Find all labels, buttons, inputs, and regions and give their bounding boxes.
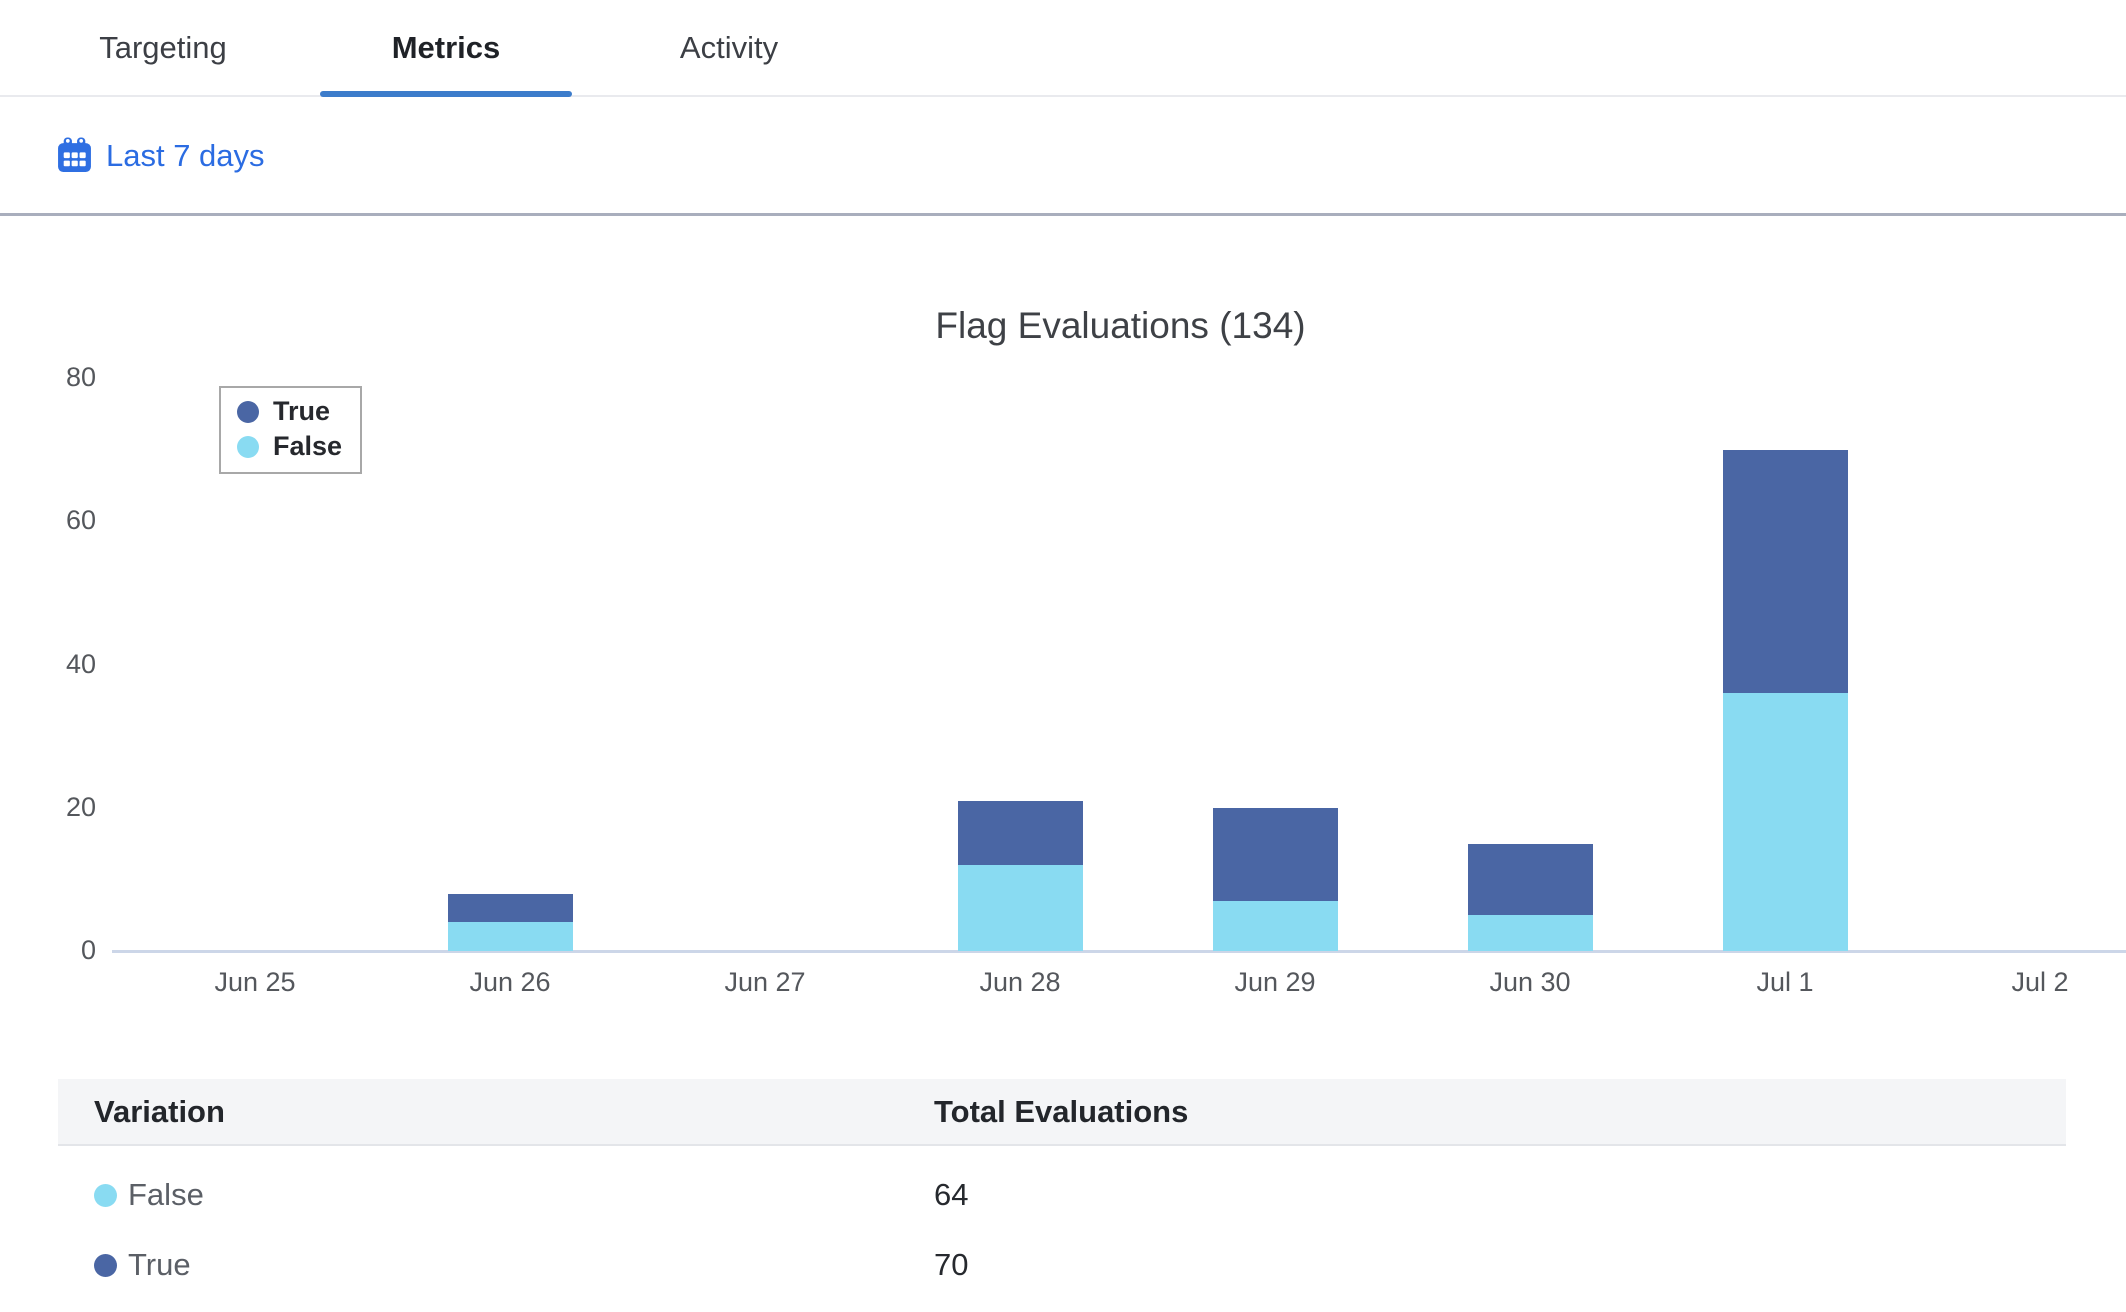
filter-row: Last 7 days — [0, 99, 2126, 216]
tab-targeting[interactable]: Targeting — [37, 0, 289, 95]
tab-bar: Targeting Metrics Activity — [0, 0, 2126, 97]
bar-segment-false-jun-29[interactable] — [1213, 901, 1338, 951]
bar-segment-false-jul-1[interactable] — [1723, 693, 1848, 951]
legend-label: True — [273, 396, 330, 427]
variation-label: True — [128, 1247, 191, 1283]
table-row-true: True 70 — [58, 1230, 2066, 1300]
variation-label: False — [128, 1177, 204, 1213]
variation-dot-true — [94, 1254, 117, 1277]
active-tab-underline — [320, 91, 572, 97]
variation-cell: True — [58, 1247, 934, 1283]
x-axis-label-jun-30: Jun 30 — [1440, 967, 1620, 998]
bar-segment-true-jun-28[interactable] — [958, 801, 1083, 865]
bar-segment-true-jun-26[interactable] — [448, 894, 573, 923]
bar-jun-30[interactable] — [1468, 844, 1593, 951]
y-axis-tick-40: 40 — [36, 649, 96, 679]
table-row-false: False 64 — [58, 1160, 2066, 1230]
bar-jun-26[interactable] — [448, 894, 573, 951]
chart-title: Flag Evaluations (134) — [115, 305, 2126, 347]
legend-entry-false: False — [237, 431, 342, 462]
bar-jun-29[interactable] — [1213, 808, 1338, 951]
x-axis-label-jun-28: Jun 28 — [930, 967, 1110, 998]
tab-activity[interactable]: Activity — [603, 0, 855, 95]
bar-segment-true-jul-1[interactable] — [1723, 450, 1848, 694]
bar-segment-true-jun-29[interactable] — [1213, 808, 1338, 901]
total-evaluations-value: 64 — [934, 1177, 2066, 1213]
bar-jul-1[interactable] — [1723, 450, 1848, 951]
calendar-icon — [56, 137, 93, 174]
x-axis-label-jun-27: Jun 27 — [675, 967, 855, 998]
x-axis-label-jun-29: Jun 29 — [1185, 967, 1365, 998]
legend-dot-true — [237, 401, 259, 423]
table-header-row: Variation Total Evaluations — [58, 1079, 2066, 1146]
chart-legend: True False — [219, 386, 362, 474]
bar-jun-28[interactable] — [958, 801, 1083, 951]
date-range-label: Last 7 days — [106, 138, 265, 174]
date-range-button[interactable]: Last 7 days — [56, 137, 265, 174]
total-evaluations-value: 70 — [934, 1247, 2066, 1283]
variations-table: Variation Total Evaluations False 64 True 7… — [58, 1079, 2066, 1300]
bar-segment-false-jun-28[interactable] — [958, 865, 1083, 951]
x-axis-label-jul-1: Jul 1 — [1695, 967, 1875, 998]
y-axis-tick-0: 0 — [36, 935, 96, 965]
x-axis-label-jun-25: Jun 25 — [165, 967, 345, 998]
flag-evaluations-chart: Flag Evaluations (134) True False 0 20 40 60… — [0, 219, 2126, 1083]
legend-dot-false — [237, 436, 259, 458]
y-axis-tick-20: 20 — [36, 792, 96, 822]
variation-cell: False — [58, 1177, 934, 1213]
x-axis-label-jul-2: Jul 2 — [1950, 967, 2126, 998]
bar-segment-false-jun-30[interactable] — [1468, 915, 1593, 951]
legend-entry-true: True — [237, 396, 342, 427]
y-axis-tick-80: 80 — [36, 362, 96, 392]
bar-segment-false-jun-26[interactable] — [448, 922, 573, 951]
bar-segment-true-jun-30[interactable] — [1468, 844, 1593, 916]
x-axis-label-jun-26: Jun 26 — [420, 967, 600, 998]
tab-metrics[interactable]: Metrics — [320, 0, 572, 95]
column-header-total-evaluations: Total Evaluations — [934, 1094, 2066, 1130]
variation-dot-false — [94, 1184, 117, 1207]
legend-label: False — [273, 431, 342, 462]
y-axis-tick-60: 60 — [36, 505, 96, 535]
column-header-variation: Variation — [58, 1094, 934, 1130]
